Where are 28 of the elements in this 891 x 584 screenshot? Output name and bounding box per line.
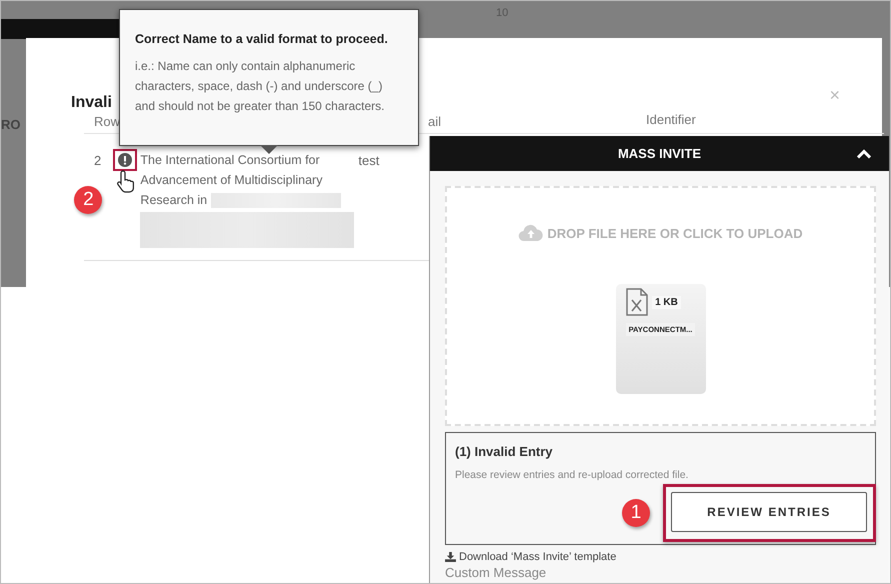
download-icon — [445, 552, 456, 562]
tooltip-arrow — [260, 145, 278, 154]
column-header: ail — [428, 114, 442, 129]
alert-icon[interactable] — [118, 153, 132, 167]
field-label: Custom Message — [445, 565, 548, 580]
tooltip-text: i.e.: Name can only contain alphanumeric characters, space, dash (-) and underscore (_) and should not be greater than 150 characters. — [135, 58, 386, 115]
result-title: (1) Invalid Entry — [455, 444, 554, 459]
result-message: Please review entries and re-upload corrected file. — [455, 469, 690, 481]
chevron-icon[interactable] — [857, 149, 871, 159]
table-cell: The International Consortium for Advancement of Multidisciplinary — [140, 153, 322, 187]
column-header: Row — [93, 114, 122, 129]
table-cell-text: 2 — [93, 153, 102, 169]
callout-badge: 2 — [74, 186, 102, 214]
download-template-link[interactable]: Download ‘Mass Invite’ template — [459, 551, 616, 563]
callout-badge: 1 — [622, 499, 650, 527]
tooltip-title: Correct Name to a valid format to proceed. — [135, 32, 389, 46]
section-label: RO — [1, 117, 20, 132]
column-header: Identifier — [646, 112, 696, 129]
review-entries-button[interactable]: REVIEW ENTRIES — [671, 492, 867, 532]
table-cell-text: Research in — [140, 192, 208, 209]
drop-zone-label: DROP FILE HERE OR CLICK TO UPLOAD — [547, 226, 803, 240]
table-cell-text: test — [358, 153, 380, 168]
panel-title: MASS INVITE — [618, 146, 702, 161]
hand-cursor-icon — [116, 169, 136, 193]
file-size: 1 KB — [652, 296, 681, 308]
modal-title: Invali — [71, 94, 112, 112]
cloud-upload-icon — [518, 224, 544, 242]
spreadsheet-file-icon — [626, 288, 648, 316]
